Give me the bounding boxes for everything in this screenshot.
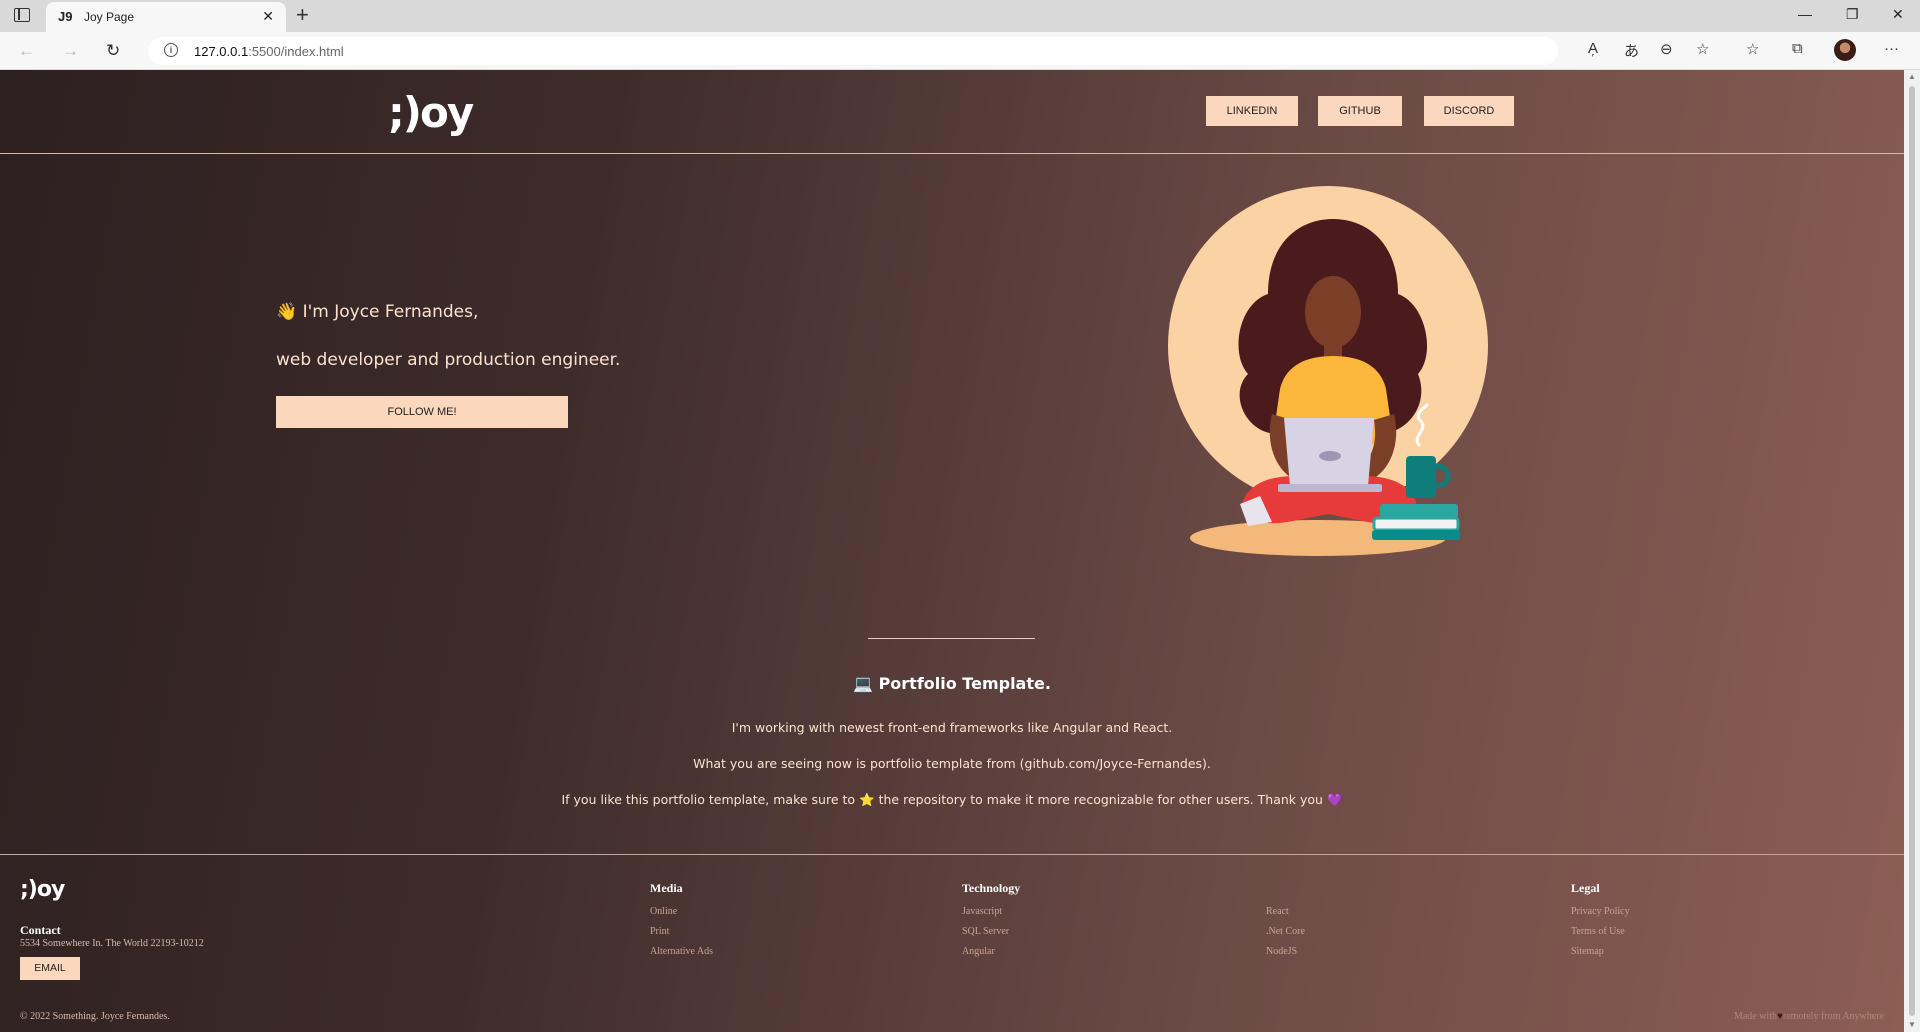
portfolio-line-3-b: the repository to make it more recogniza… xyxy=(878,792,1323,807)
footer-link[interactable]: Privacy Policy xyxy=(1571,906,1630,917)
translate-icon[interactable]: あ xyxy=(1624,40,1639,61)
illustration-book-3 xyxy=(1372,530,1460,540)
footer-address: 5534 Somewhere In. The World 22193-10212 xyxy=(20,938,204,949)
footer-col-legal: Legal Privacy Policy Terms of Use Sitema… xyxy=(1571,881,1630,966)
site-header: ;)oy LINKEDIN GITHUB DISCORD xyxy=(0,70,1904,154)
tab-strip: J9 Joy Page ✕ + — ❐ ✕ xyxy=(0,0,1920,32)
new-tab-icon[interactable]: + xyxy=(296,4,309,26)
url-host: 127.0.0.1 xyxy=(194,44,249,59)
footer-col-media: Media Online Print Alternative Ads xyxy=(650,881,713,966)
footer-link[interactable]: Sitemap xyxy=(1571,946,1630,957)
made-with-text: Made with xyxy=(1733,1011,1777,1022)
footer-col-title: Legal xyxy=(1571,881,1600,895)
developer-illustration xyxy=(1168,186,1488,556)
section-divider xyxy=(868,638,1035,639)
wave-icon: 👋 xyxy=(276,302,298,322)
footer-col-title: Technology xyxy=(962,881,1021,895)
close-tab-icon[interactable]: ✕ xyxy=(262,8,274,25)
made-with-location: remotely from Anywhere xyxy=(1782,1011,1884,1022)
scroll-down-icon[interactable]: ▼ xyxy=(1908,1020,1916,1029)
favorites-icon[interactable]: ☆ xyxy=(1746,40,1759,58)
footer-link[interactable]: Javascript xyxy=(962,906,1020,917)
footer-contact-title: Contact xyxy=(20,923,61,937)
portfolio-line-1: I'm working with newest front-end framew… xyxy=(731,720,1173,735)
more-icon[interactable]: ··· xyxy=(1884,40,1899,57)
star-icon: ⭐ xyxy=(859,792,875,807)
email-button[interactable]: EMAIL xyxy=(20,957,80,980)
page: ;)oy LINKEDIN GITHUB DISCORD 👋 I'm Joyce… xyxy=(0,70,1904,1032)
read-aloud-icon[interactable]: A᷊ xyxy=(1588,40,1598,57)
linkedin-button[interactable]: LINKEDIN xyxy=(1206,96,1298,126)
portfolio-line-3-a: If you like this portfolio template, mak… xyxy=(561,792,856,807)
footer-col-title-empty xyxy=(1266,881,1305,896)
illustration-face xyxy=(1305,276,1361,348)
url-path: :5500/index.html xyxy=(248,44,344,59)
favicon-icon: J9 xyxy=(58,9,73,24)
portfolio-line-3: If you like this portfolio template, mak… xyxy=(0,792,1904,808)
footer-link[interactable]: Alternative Ads xyxy=(650,946,713,957)
refresh-icon[interactable]: ↻ xyxy=(106,41,120,61)
scrollbar-thumb[interactable] xyxy=(1909,86,1915,1016)
illustration-mug-handle xyxy=(1435,463,1451,489)
tab-active[interactable]: J9 Joy Page ✕ xyxy=(46,2,286,32)
footer-made-with: Made with♥remotely from Anywhere xyxy=(1734,1011,1884,1022)
add-favorite-icon[interactable]: ☆ xyxy=(1696,40,1709,58)
address-bar[interactable]: i 127.0.0.1:5500/index.html xyxy=(148,37,1558,65)
footer-col-technology-2: React .Net Core NodeJS xyxy=(1266,881,1305,966)
site-footer: ;)oy Contact 5534 Somewhere In. The Worl… xyxy=(0,854,1904,1032)
tab-title: Joy Page xyxy=(84,10,135,24)
footer-link[interactable]: React xyxy=(1266,906,1305,917)
footer-link[interactable]: NodeJS xyxy=(1266,946,1305,957)
collections-icon[interactable]: ⧉ xyxy=(1792,40,1803,57)
illustration-laptop-logo xyxy=(1319,451,1341,461)
footer-link[interactable]: Online xyxy=(650,906,713,917)
page-scrollbar[interactable]: ▲ ▼ xyxy=(1904,70,1920,1032)
hero-greeting: 👋 I'm Joyce Fernandes, xyxy=(276,302,478,322)
github-button[interactable]: GITHUB xyxy=(1318,96,1402,126)
footer-copyright: © 2022 Something. Joyce Fernandes. xyxy=(20,1011,170,1022)
info-icon[interactable]: i xyxy=(164,43,178,57)
greeting-text: I'm Joyce Fernandes, xyxy=(302,302,479,322)
restore-icon[interactable]: ❐ xyxy=(1846,6,1859,23)
footer-col-technology: Technology Javascript SQL Server Angular xyxy=(962,881,1020,966)
purple-heart-icon: 💜 xyxy=(1326,792,1343,807)
follow-me-button[interactable]: FOLLOW ME! xyxy=(276,396,568,428)
illustration-book-2 xyxy=(1372,516,1460,532)
discord-button[interactable]: DISCORD xyxy=(1424,96,1514,126)
footer-link[interactable]: Angular xyxy=(962,946,1020,957)
minimize-icon[interactable]: — xyxy=(1798,6,1812,22)
footer-link[interactable]: Print xyxy=(650,926,713,937)
footer-link[interactable]: SQL Server xyxy=(962,926,1020,937)
zoom-out-icon[interactable]: ⊖ xyxy=(1660,40,1673,58)
footer-link[interactable]: Terms of Use xyxy=(1571,926,1630,937)
scroll-up-icon[interactable]: ▲ xyxy=(1908,72,1916,81)
site-logo[interactable]: ;)oy xyxy=(388,88,474,137)
illustration-laptop-base xyxy=(1278,484,1382,492)
back-icon[interactable]: ← xyxy=(18,41,35,61)
portfolio-line-2: What you are seeing now is portfolio tem… xyxy=(693,756,1211,771)
hero-tagline: web developer and production engineer. xyxy=(276,350,621,370)
footer-logo[interactable]: ;)oy xyxy=(20,877,65,902)
illustration-book-1 xyxy=(1380,504,1458,518)
tab-actions-icon[interactable] xyxy=(14,8,30,22)
portfolio-title: 💻 Portfolio Template. xyxy=(0,674,1904,693)
close-window-icon[interactable]: ✕ xyxy=(1892,6,1904,23)
illustration-mug xyxy=(1406,456,1436,498)
profile-avatar[interactable] xyxy=(1834,39,1856,61)
url-text: 127.0.0.1:5500/index.html xyxy=(194,44,344,59)
laptop-icon: 💻 xyxy=(853,674,873,693)
portfolio-title-text: Portfolio Template. xyxy=(878,674,1051,693)
footer-col-title: Media xyxy=(650,881,683,895)
forward-icon[interactable]: → xyxy=(62,41,79,61)
footer-link[interactable]: .Net Core xyxy=(1266,926,1305,937)
